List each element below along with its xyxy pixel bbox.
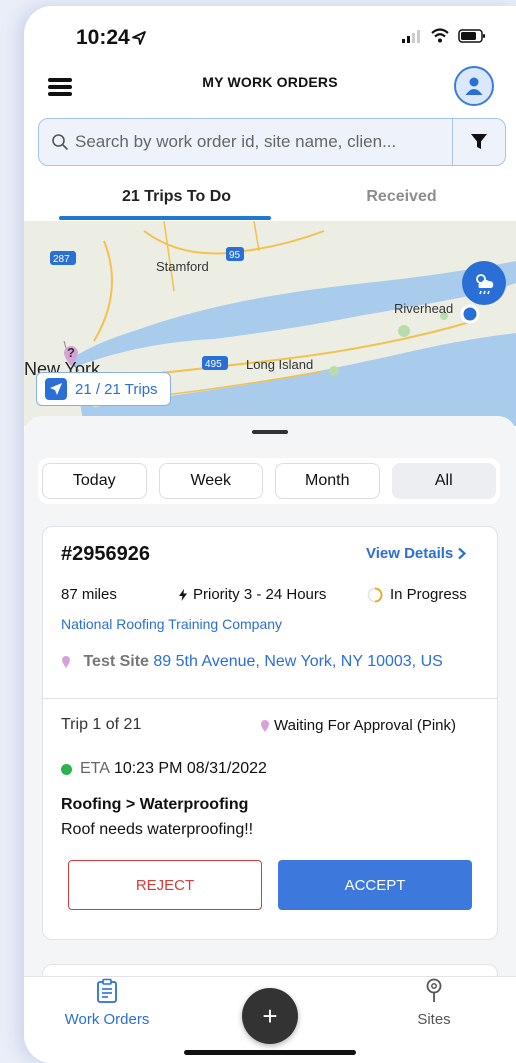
map-label-riverhead: Riverhead xyxy=(394,301,454,316)
search-icon xyxy=(52,134,68,150)
company-link[interactable]: National Roofing Training Company xyxy=(61,616,282,632)
weather-icon xyxy=(476,274,494,295)
card-divider xyxy=(43,698,497,699)
search-input[interactable] xyxy=(69,131,452,153)
tab-trips-to-do[interactable]: 21 Trips To Do xyxy=(59,188,294,206)
filter-all[interactable]: All xyxy=(391,463,496,499)
trip-count: Trip 1 of 21 xyxy=(61,716,142,733)
navigation-arrow-icon xyxy=(45,378,67,400)
work-order-id: #2956926 xyxy=(61,543,150,565)
site-name: Test Site xyxy=(83,653,149,670)
eta-status-dot xyxy=(61,763,72,775)
shield-95: 95 xyxy=(229,250,241,261)
map-label-long-island: Long Island xyxy=(246,357,314,372)
approval-status: Waiting For Approval (Pink) xyxy=(260,717,456,734)
lightning-icon xyxy=(179,588,187,601)
status-indicators xyxy=(402,28,486,43)
site-info: Test Site 89 5th Avenue, New York, NY 10… xyxy=(61,651,481,672)
eta-row: ETA 10:23 PM 08/31/2022 xyxy=(61,760,267,778)
progress-ring-icon xyxy=(367,587,383,602)
location-pin-icon xyxy=(426,978,442,1002)
view-details-label: View Details xyxy=(366,545,454,562)
filter-week[interactable]: Week xyxy=(158,463,263,499)
reject-button[interactable]: REJECT xyxy=(68,860,262,910)
nav-sites[interactable]: Sites xyxy=(389,978,479,1028)
page-title: MY WORK ORDERS xyxy=(202,74,338,90)
site-address[interactable]: 89 5th Avenue, New York, NY 10003, US xyxy=(153,653,442,670)
nav-work-orders[interactable]: Work Orders xyxy=(52,978,162,1028)
user-icon xyxy=(465,77,483,95)
priority: Priority 3 - 24 Hours xyxy=(179,586,326,603)
weather-button[interactable] xyxy=(462,261,506,305)
wifi-icon xyxy=(431,28,449,43)
view-details-link[interactable]: View Details xyxy=(366,545,467,562)
clipboard-icon xyxy=(97,978,117,1003)
approval-label: Waiting For Approval (Pink) xyxy=(274,717,457,734)
trips-count-chip[interactable]: 21 / 21 Trips xyxy=(36,372,171,406)
priority-label: Priority 3 - 24 Hours xyxy=(193,586,327,603)
home-indicator xyxy=(184,1050,356,1055)
work-category: Roofing > Waterproofing xyxy=(61,796,249,813)
tab-received[interactable]: Received xyxy=(284,188,516,206)
work-description: Roof needs waterproofing!! xyxy=(61,821,254,838)
active-tab-indicator xyxy=(59,216,271,220)
map-label-stamford: Stamford xyxy=(156,259,209,274)
shield-495: 495 xyxy=(205,359,222,370)
filter-today[interactable]: Today xyxy=(42,463,147,499)
sheet-drag-handle[interactable] xyxy=(252,430,288,434)
accept-button[interactable]: ACCEPT xyxy=(278,860,472,910)
signal-icon xyxy=(402,29,420,43)
trips-count-label: 21 / 21 Trips xyxy=(75,380,158,398)
filter-month[interactable]: Month xyxy=(275,463,380,499)
add-button[interactable]: + xyxy=(242,988,298,1044)
filter-icon xyxy=(471,134,487,149)
eta-label: ETA xyxy=(80,760,110,777)
date-filter: Today Week Month All xyxy=(38,458,500,504)
battery-icon xyxy=(458,28,485,43)
map-pin-label: ? xyxy=(67,345,75,360)
nav-work-orders-label: Work Orders xyxy=(64,1011,150,1028)
filter-button[interactable] xyxy=(453,119,505,165)
status-time: 10:24 xyxy=(76,26,130,49)
nav-sites-label: Sites xyxy=(417,1011,451,1028)
map-pin[interactable]: ? xyxy=(62,345,80,367)
location-arrow-icon xyxy=(132,31,146,45)
eta-value: 10:23 PM 08/31/2022 xyxy=(113,760,267,777)
map-pin-icon xyxy=(62,655,70,668)
search-bar xyxy=(38,118,506,166)
work-order-status: In Progress xyxy=(367,586,467,603)
chevron-right-icon xyxy=(458,547,467,560)
distance: 87 miles xyxy=(61,586,117,603)
shield-287: 287 xyxy=(53,254,70,265)
app-screen: 10:24 MY WORK ORDERS Search by work orde… xyxy=(24,6,516,1063)
profile-button[interactable] xyxy=(454,66,494,106)
status-label: In Progress xyxy=(390,586,467,603)
map-pin-icon xyxy=(261,719,269,732)
